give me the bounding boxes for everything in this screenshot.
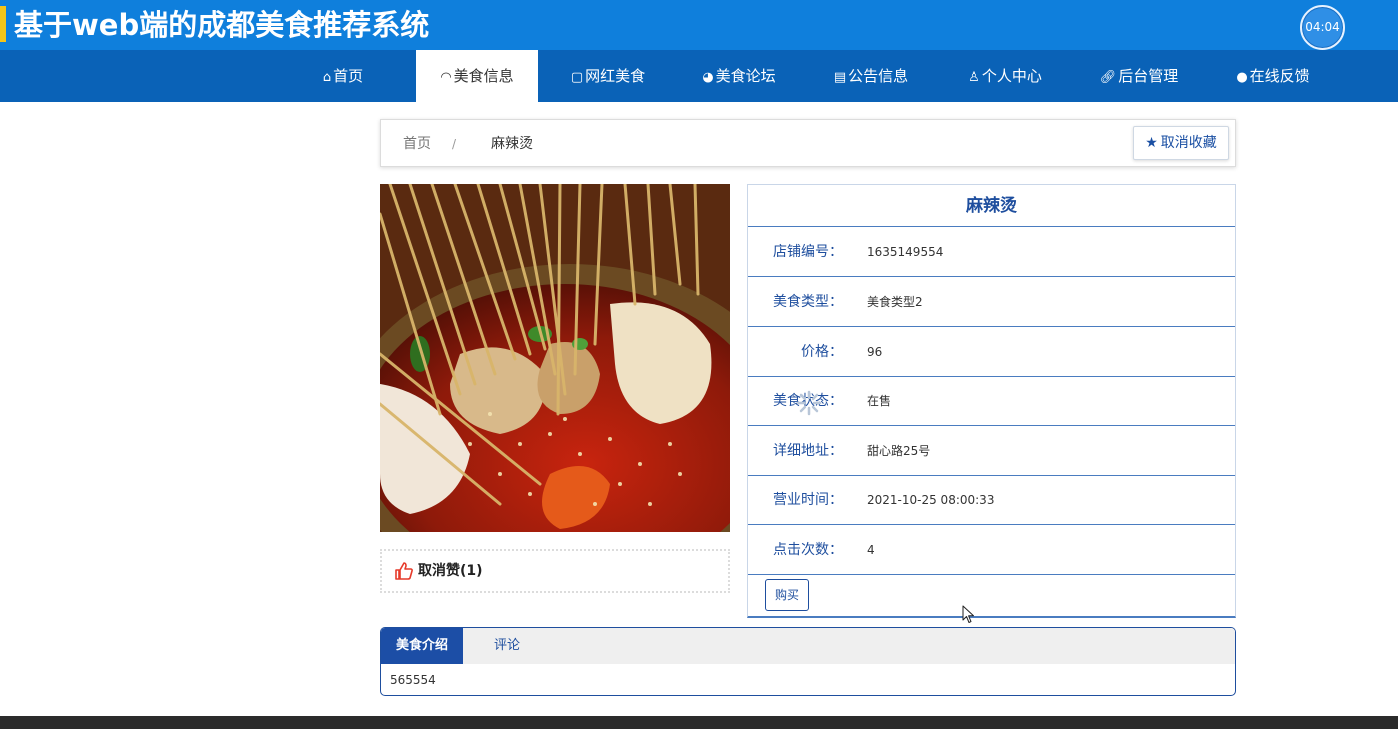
detail-row-food-type: 美食类型： 美食类型2 [748, 277, 1235, 327]
nav-item-announcements[interactable]: ▤ 公告信息 [820, 50, 922, 102]
nav-item-food-info[interactable]: ◠ 美食信息 [416, 50, 538, 102]
loading-spinner-icon [796, 390, 822, 416]
detail-label: 价格： [801, 344, 843, 360]
nav-item-food-forum[interactable]: ◕ 美食论坛 [688, 50, 790, 102]
buy-button[interactable]: 购买 [765, 579, 809, 611]
tab-content: 565554 [390, 673, 436, 687]
tab-comments[interactable]: 评论 [463, 628, 551, 664]
breadcrumb-home-link[interactable]: 首页 [403, 120, 431, 168]
title-accent-bar [0, 6, 6, 42]
user-icon: ♙ [968, 70, 980, 85]
main-nav: ⌂ 首页 ◠ 美食信息 ▢ 网红美食 ◕ 美食论坛 ▤ 公告信息 ♙ 个人中心 🔗︎ 后台管理… [0, 50, 1398, 102]
breadcrumb: 首页 / 麻辣烫 ★ 取消收藏 [380, 119, 1236, 167]
nav-item-label: 美食论坛 [715, 67, 776, 85]
detail-row-price: 价格： 96 [748, 327, 1235, 377]
app-header: 基于web端的成都美食推荐系统 04:04 [0, 0, 1398, 50]
detail-label: 营业时间： [773, 492, 843, 508]
tab-food-intro[interactable]: 美食介绍 [381, 628, 463, 664]
like-label: 取消赞(1) [418, 563, 483, 579]
detail-value: 96 [867, 345, 883, 359]
nav-item-label: 首页 [333, 67, 364, 85]
food-image [380, 184, 730, 532]
home-icon: ⌂ [322, 70, 332, 85]
like-toggle[interactable]: 取消赞(1) [380, 549, 730, 593]
edit-icon: ▢ [570, 70, 584, 85]
detail-label: 点击次数： [773, 542, 843, 558]
detail-row-business-hours: 营业时间： 2021-10-25 08:00:33 [748, 475, 1235, 525]
thumbs-up-icon [395, 562, 413, 580]
nav-item-profile[interactable]: ♙ 个人中心 [954, 50, 1056, 102]
nav-item-label: 后台管理 [1118, 67, 1179, 85]
palette-icon: ◕ [702, 70, 714, 85]
detail-value: 2021-10-25 08:00:33 [867, 493, 995, 507]
nav-item-label: 在线反馈 [1249, 67, 1310, 85]
nav-item-label: 网红美食 [585, 67, 646, 85]
detail-tabs: 美食介绍 评论 565554 [380, 627, 1236, 696]
chat-icon: ● [1236, 70, 1248, 85]
detail-row-address: 详细地址： 甜心路25号 [748, 426, 1235, 476]
food-photo-illustration [380, 184, 730, 532]
detail-label: 美食类型： [773, 294, 843, 310]
tab-bar: 美食介绍 评论 [381, 628, 1235, 664]
site-title: 基于web端的成都美食推荐系统 [14, 8, 430, 42]
gauge-icon: ◠ [440, 70, 452, 85]
nav-item-label: 公告信息 [848, 67, 909, 85]
page-footer [0, 716, 1398, 729]
unfavorite-button-label: 取消收藏 [1160, 135, 1217, 151]
nav-item-label: 个人中心 [981, 67, 1042, 85]
nav-item-admin[interactable]: 🔗︎ 后台管理 [1088, 50, 1190, 102]
nav-item-popular-food[interactable]: ▢ 网红美食 [556, 50, 660, 102]
clock-badge: 04:04 [1300, 5, 1345, 50]
breadcrumb-separator: / [452, 137, 457, 151]
nav-item-feedback[interactable]: ● 在线反馈 [1222, 50, 1324, 102]
nav-item-label: 美食信息 [453, 67, 514, 85]
star-icon: ★ [1145, 135, 1158, 151]
link-icon: 🔗︎ [1099, 70, 1117, 85]
detail-value: 4 [867, 543, 875, 557]
unfavorite-button[interactable]: ★ 取消收藏 [1133, 126, 1229, 160]
food-name: 麻辣烫 [748, 185, 1235, 227]
list-icon: ▤ [833, 70, 847, 85]
detail-value: 在售 [867, 394, 892, 408]
detail-value: 甜心路25号 [867, 444, 931, 458]
detail-value: 美食类型2 [867, 295, 923, 309]
nav-item-home[interactable]: ⌂ 首页 [300, 50, 386, 102]
detail-row-click-count: 点击次数： 4 [748, 525, 1235, 575]
mouse-cursor-icon [962, 605, 974, 623]
detail-value: 1635149554 [867, 245, 944, 259]
detail-label: 详细地址： [773, 443, 843, 459]
breadcrumb-current: 麻辣烫 [491, 136, 533, 152]
detail-row-shop-id: 店铺编号： 1635149554 [748, 227, 1235, 277]
detail-label: 店铺编号： [773, 244, 843, 260]
